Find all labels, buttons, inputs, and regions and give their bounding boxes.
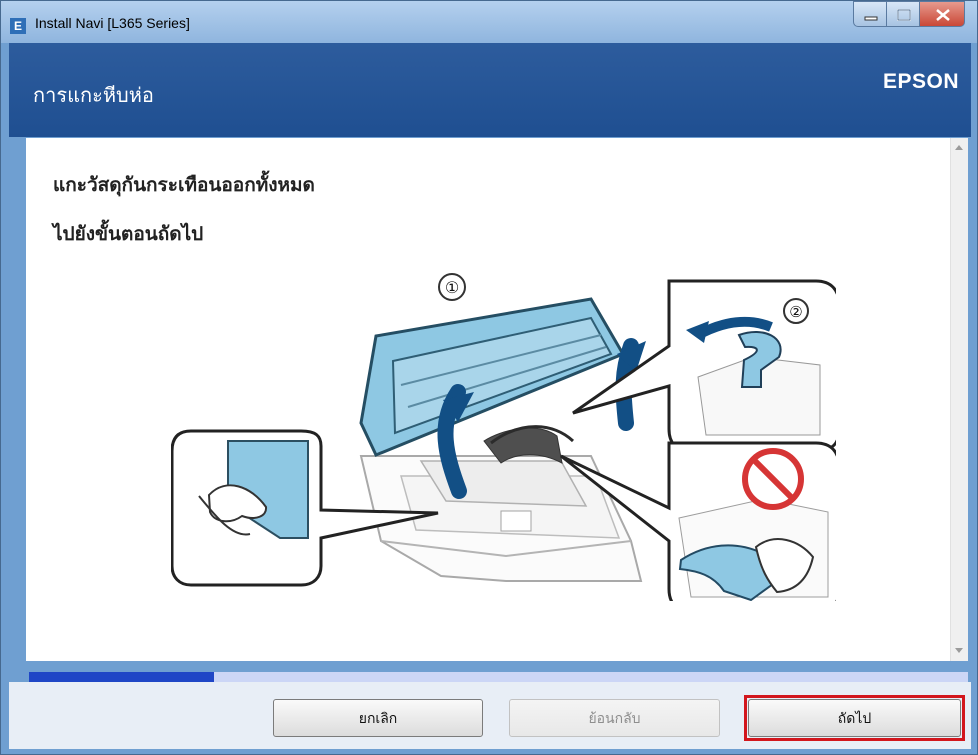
maximize-icon[interactable] xyxy=(886,1,920,27)
installer-window: E Install Navi [L365 Series] การแกะหีบห่… xyxy=(0,0,978,755)
page-title: การแกะหีบห่อ xyxy=(33,83,154,107)
installer-header: การแกะหีบห่อ EPSON xyxy=(9,43,971,137)
title-bar[interactable]: E Install Navi [L365 Series] xyxy=(1,1,977,43)
scroll-down-icon[interactable] xyxy=(955,648,963,653)
minimize-icon[interactable] xyxy=(853,1,887,27)
back-button[interactable]: ย้อนกลับ xyxy=(509,699,720,737)
epson-logo: EPSON xyxy=(882,70,959,93)
printer-unpacking-illustration: ① ② xyxy=(171,273,836,601)
window-title: Install Navi [L365 Series] xyxy=(35,15,190,31)
step-two-label: ② xyxy=(789,303,802,321)
installation-progress-track xyxy=(29,672,968,682)
content-scrollbar[interactable] xyxy=(950,138,968,661)
close-icon[interactable] xyxy=(919,1,965,27)
cancel-button[interactable]: ยกเลิก xyxy=(273,699,483,737)
step-one-label: ① xyxy=(445,278,459,297)
window-controls xyxy=(853,1,977,28)
scroll-up-icon[interactable] xyxy=(955,145,963,150)
epson-app-icon: E xyxy=(10,18,26,34)
instruction-text-next-step: ไปยังขั้นตอนถัดไป xyxy=(53,223,204,245)
footer-buttons: ยกเลิก ย้อนกลับ ถัดไป xyxy=(9,682,971,749)
next-button[interactable]: ถัดไป xyxy=(748,699,961,737)
installation-progress-fill xyxy=(29,672,214,682)
instruction-panel: แกะวัสดุกันกระเทือนออกทั้งหมด ไปยังขั้นต… xyxy=(26,138,968,661)
instruction-text-remove-packing: แกะวัสดุกันกระเทือนออกทั้งหมด xyxy=(53,174,315,196)
